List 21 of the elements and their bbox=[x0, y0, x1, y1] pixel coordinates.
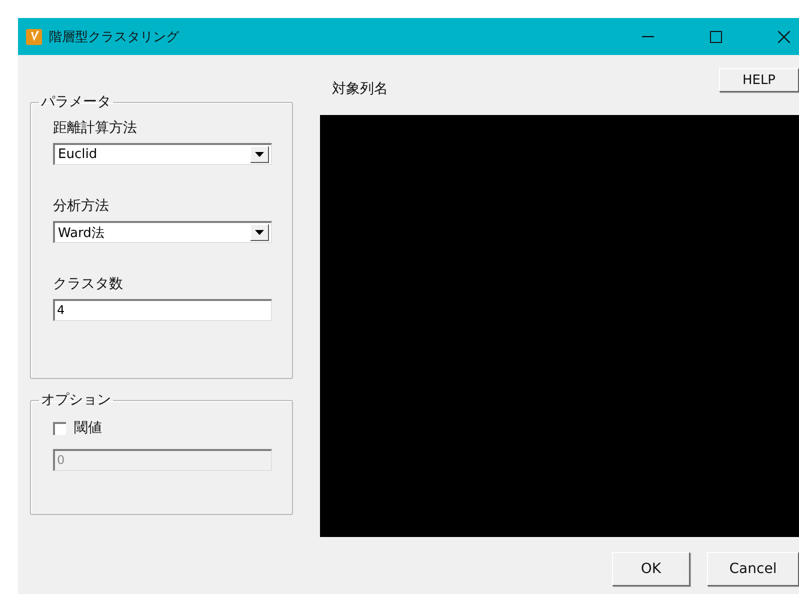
field-label: クラスタ数 bbox=[53, 275, 124, 293]
caret-icon bbox=[255, 152, 264, 157]
cancel-button[interactable]: Cancel bbox=[707, 552, 799, 586]
input-field[interactable]: 4 bbox=[53, 299, 272, 321]
dropdown[interactable]: Ward法 bbox=[53, 221, 272, 243]
field-label: 分析方法 bbox=[53, 197, 110, 215]
app-icon bbox=[26, 28, 42, 44]
caret-icon bbox=[255, 230, 264, 235]
checkbox[interactable] bbox=[53, 422, 66, 434]
dropdown[interactable]: Euclid bbox=[53, 143, 272, 165]
field-label: 距離計算方法 bbox=[53, 119, 138, 137]
close-icon[interactable] bbox=[778, 30, 790, 42]
list-label: 対象列名 bbox=[332, 80, 388, 98]
ok-button[interactable]: OK bbox=[612, 552, 690, 586]
minimize-icon[interactable] bbox=[642, 36, 654, 38]
checkbox-label[interactable]: 閾値 bbox=[74, 419, 102, 437]
group-title: オプション bbox=[40, 391, 112, 409]
maximize-icon[interactable] bbox=[710, 30, 722, 42]
window-title: 階層型クラスタリング bbox=[49, 28, 179, 46]
help-button[interactable]: HELP bbox=[719, 68, 799, 92]
group-title: パラメータ bbox=[40, 93, 112, 111]
